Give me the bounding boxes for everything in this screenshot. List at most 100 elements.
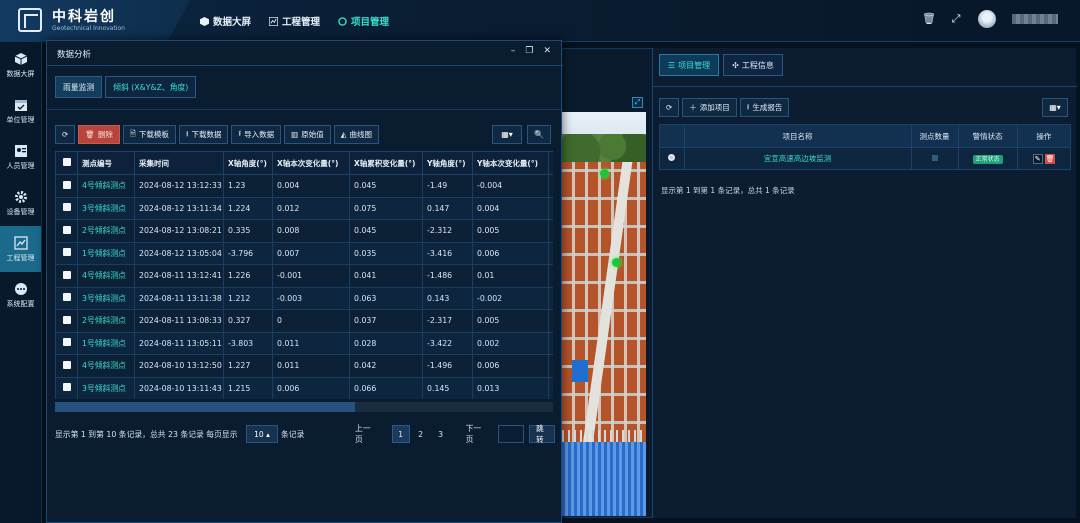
page-size-select[interactable]: 10 ▴ (246, 425, 278, 443)
measurement-point-marker[interactable] (600, 169, 609, 178)
page-button-2[interactable]: 2 (412, 425, 430, 443)
sidebar-item-personnel[interactable]: 人员管理 (0, 134, 41, 180)
row-checkbox[interactable] (55, 196, 78, 220)
horizontal-scrollbar[interactable] (55, 402, 553, 412)
sidebar-item-devices[interactable]: 设备管理 (0, 180, 41, 226)
tab-project-info[interactable]: ✣ 工程信息 (723, 54, 783, 76)
column-toggle-button[interactable]: ▦▾ (1042, 98, 1068, 117)
table-cell: 0.063 (349, 286, 423, 310)
table-row[interactable]: 宜宣高速高边坡监测 正常状态 ✎ 🗑 (659, 147, 1072, 170)
point-id-link[interactable]: 1号倾斜测点 (77, 331, 135, 355)
jump-button[interactable]: 跳转 (529, 424, 556, 444)
table-cell: 0.006 (472, 354, 549, 378)
next-page-button[interactable]: 下一页 (462, 424, 489, 444)
delete-icon[interactable]: 🗑 (1045, 153, 1056, 164)
table-row[interactable]: 2号倾斜测点 2024-08-12 13:08:21 0.335 0.008 0.045… (55, 219, 553, 243)
page-size-suffix: 条记录 (281, 430, 305, 439)
row-checkbox[interactable] (55, 219, 78, 243)
minimize-icon[interactable]: – (511, 46, 516, 56)
row-checkbox[interactable] (55, 309, 78, 333)
table-cell: 1.224 (223, 196, 273, 220)
tab-project-management[interactable]: ☰ 项目管理 (659, 54, 720, 76)
curve-chart-button[interactable]: ◭ 曲线图 (333, 125, 379, 144)
expand-icon[interactable]: ⤢ (632, 97, 643, 108)
table-row[interactable]: 4号倾斜测点 2024-08-11 13:12:41 1.226 -0.001 0.04… (55, 264, 553, 288)
area-chart-icon: ◭ (340, 130, 347, 139)
delete-button[interactable]: 🗑 删除 (78, 125, 120, 144)
table-cell: 1.212 (223, 286, 273, 310)
table-header: 操作 (1016, 124, 1072, 148)
tab-inclination[interactable]: 倾斜 (X&Y&Z、角度) (105, 76, 197, 98)
project-name-link[interactable]: 宜宣高速高边坡监测 (683, 147, 912, 170)
column-toggle-button[interactable]: ▦▾ (492, 125, 522, 144)
page-button-3[interactable]: 3 (432, 425, 450, 443)
edit-icon[interactable]: ✎ (1032, 153, 1043, 164)
download-data-button[interactable]: ⭳ 下载数据 (178, 125, 229, 144)
point-id-link[interactable]: 4号倾斜测点 (77, 264, 135, 288)
table-cell: 0.028 (349, 331, 423, 355)
generate-report-button[interactable]: ⭳ 生成报告 (739, 98, 790, 117)
row-checkbox[interactable] (55, 264, 78, 288)
row-checkbox[interactable] (55, 354, 78, 378)
sidebar-item-data-screen[interactable]: 数据大屏 (0, 42, 41, 88)
point-id-link[interactable]: 3号倾斜测点 (77, 196, 135, 220)
trash-icon[interactable]: 🗑 (922, 13, 936, 25)
table-cell: 0.075 (349, 196, 423, 220)
project-panel: ☰ 项目管理 ✣ 工程信息 ⟳ ＋ 添加项目 ⭳ 生成报告 ▦▾ 项目名称 测点… (652, 48, 1077, 518)
point-id-link[interactable]: 3号倾斜测点 (77, 286, 135, 310)
raw-value-button[interactable]: ▥ 原始值 (284, 125, 331, 144)
table-cell: -1.486 (422, 264, 473, 288)
download-template-button[interactable]: 🗎 下载模板 (122, 125, 176, 144)
radio-button[interactable] (668, 154, 676, 161)
table-row[interactable]: 3号倾斜测点 2024-08-11 13:11:38 1.212 -0.003 0.06… (55, 286, 553, 310)
maximize-icon[interactable]: ❐ (525, 46, 533, 56)
table-row[interactable]: 4号倾斜测点 2024-08-10 13:12:50 1.227 0.011 0.042… (55, 354, 553, 378)
calendar-icon (14, 99, 27, 111)
import-data-button[interactable]: ⭱ 导入数据 (231, 125, 282, 144)
button-label: 导入数据 (244, 130, 275, 139)
search-button[interactable]: 🔍 (527, 125, 551, 144)
point-id-link[interactable]: 4号倾斜测点 (77, 174, 135, 198)
table-row[interactable]: 1号倾斜测点 2024-08-12 13:05:04 -3.796 0.007 0.03… (55, 241, 553, 265)
scrollbar-thumb[interactable] (55, 402, 355, 412)
refresh-button[interactable]: ⟳ (659, 98, 680, 117)
table-cell (548, 286, 553, 310)
table-row[interactable]: 2号倾斜测点 2024-08-11 13:08:33 0.327 0 0.037 -2.3… (55, 309, 553, 333)
row-checkbox[interactable] (55, 286, 78, 310)
point-id-link[interactable]: 3号倾斜测点 (77, 376, 135, 399)
table-cell (548, 174, 553, 198)
row-checkbox[interactable] (55, 174, 78, 198)
point-id-link[interactable]: 2号倾斜测点 (77, 309, 135, 333)
jump-page-input[interactable] (498, 425, 525, 443)
add-project-button[interactable]: ＋ 添加项目 (682, 98, 737, 117)
measurement-point-marker[interactable] (612, 258, 621, 267)
nav-project-engineering[interactable]: 工程管理 (269, 14, 320, 28)
row-checkbox[interactable] (55, 376, 78, 399)
select-all-checkbox[interactable] (55, 151, 78, 175)
sidebar-item-units[interactable]: 单位管理 (0, 88, 41, 134)
nav-project-management[interactable]: 项目管理 (338, 14, 389, 28)
nav-data-screen[interactable]: 数据大屏 (200, 14, 251, 28)
table-cell: -0.004 (472, 174, 549, 198)
sidebar-item-engineering[interactable]: 工程管理 (0, 226, 41, 272)
point-id-link[interactable]: 1号倾斜测点 (77, 241, 135, 265)
sidebar-item-label: 人员管理 (6, 161, 35, 170)
brand-title: 中科岩创 (52, 9, 116, 25)
tab-rainfall[interactable]: 雨量监测 (55, 76, 103, 98)
prev-page-button[interactable]: 上一页 (351, 424, 378, 444)
row-checkbox[interactable] (55, 331, 78, 355)
table-row[interactable]: 4号倾斜测点 2024-08-12 13:12:33 1.23 0.004 0.045-… (55, 174, 553, 198)
table-row[interactable]: 3号倾斜测点 2024-08-10 13:11:43 1.215 0.006 0.066… (55, 376, 553, 399)
point-id-link[interactable]: 4号倾斜测点 (77, 354, 135, 378)
row-checkbox[interactable] (55, 241, 78, 265)
close-icon[interactable]: ✕ (543, 46, 551, 56)
page-button-1[interactable]: 1 (391, 425, 410, 443)
table-row[interactable]: 1号倾斜测点 2024-08-11 13:05:11 -3.803 0.011 0.02… (55, 331, 553, 355)
fullscreen-icon[interactable]: ⤢ (950, 13, 962, 25)
sidebar-item-settings[interactable]: 系统配置 (0, 272, 41, 318)
refresh-button[interactable]: ⟳ (55, 125, 76, 144)
avatar[interactable] (978, 10, 996, 28)
row-radio[interactable] (659, 147, 685, 170)
point-id-link[interactable]: 2号倾斜测点 (77, 219, 135, 243)
table-row[interactable]: 3号倾斜测点 2024-08-12 13:11:34 1.224 0.012 0.075… (55, 196, 553, 220)
